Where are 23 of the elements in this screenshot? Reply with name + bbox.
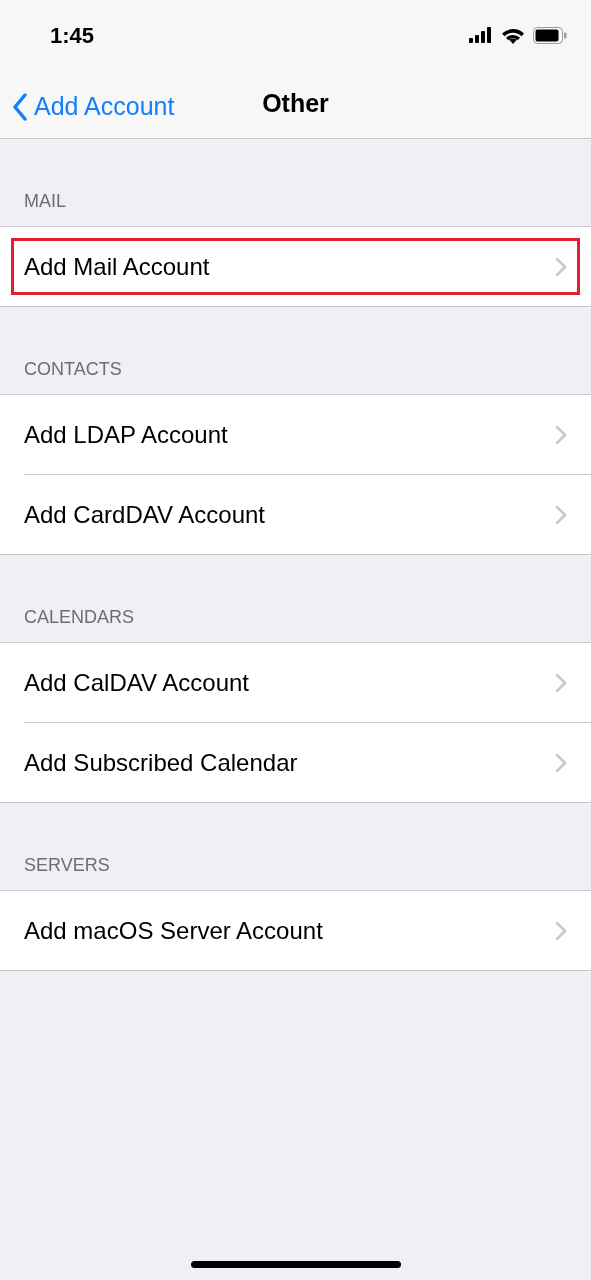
list-row[interactable]: Add Mail Account	[0, 227, 591, 306]
list-row[interactable]: Add CardDAV Account	[24, 475, 591, 554]
status-time: 1:45	[50, 21, 95, 50]
list-row[interactable]: Add macOS Server Account	[0, 891, 591, 970]
chevron-right-icon	[555, 920, 567, 941]
battery-icon	[533, 26, 567, 44]
list-row[interactable]: Add CalDAV Account	[0, 643, 591, 722]
chevron-right-icon	[555, 256, 567, 277]
section-header: SERVERS	[24, 854, 110, 877]
section-header: CONTACTS	[24, 358, 122, 381]
chevron-right-icon	[555, 672, 567, 693]
chevron-right-icon	[555, 504, 567, 525]
back-button[interactable]: Add Account	[12, 88, 175, 126]
chevron-right-icon	[555, 424, 567, 445]
list-row[interactable]: Add LDAP Account	[0, 395, 591, 474]
section-header: CALENDARS	[24, 606, 135, 629]
chevron-right-icon	[555, 752, 567, 773]
signal-icon	[469, 27, 493, 43]
wifi-icon	[501, 26, 525, 44]
list-row[interactable]: Add Subscribed Calendar	[24, 723, 591, 802]
nav-title: Other	[262, 88, 329, 120]
chevron-left-icon	[12, 92, 28, 121]
section-header: MAIL	[24, 190, 66, 213]
